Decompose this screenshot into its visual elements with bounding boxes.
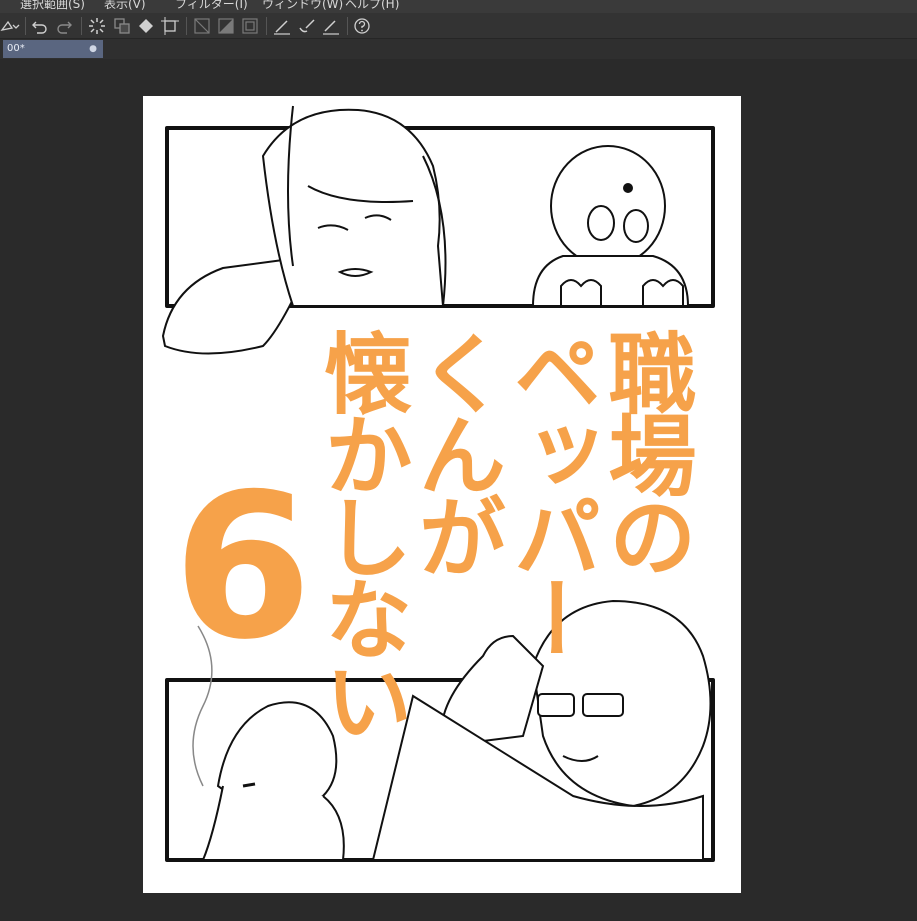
copy-icon[interactable] [112,16,132,36]
document-tab-bar: 00* ● [0,39,917,59]
toolbar-separator [81,17,82,35]
tab-document-label: 00* [7,43,25,54]
command-bar [0,13,917,39]
menu-view[interactable]: 表示(V) [104,0,146,12]
pen-icon[interactable] [272,16,292,36]
undo-icon[interactable] [30,16,50,36]
menu-window[interactable]: ウィンドウ(W) [262,0,343,12]
menu-filter[interactable]: フィルター(I) [175,0,248,12]
transform-icon[interactable] [160,16,180,36]
menu-selection[interactable]: 選択範囲(S) [20,0,85,12]
menu-help[interactable]: ヘルプ(H) [345,0,399,12]
select-launcher-icon[interactable] [0,16,20,36]
help-icon[interactable] [352,16,372,36]
toolbar-separator [25,17,26,35]
toolbar-separator [347,17,348,35]
frame-icon[interactable] [240,16,260,36]
toolbar-separator [186,17,187,35]
redo-icon[interactable] [54,16,74,36]
loading-icon[interactable] [87,16,107,36]
ruler-icon[interactable] [192,16,212,36]
menu-bar: 選択範囲(S) 表示(V) フィルター(I) ウィンドウ(W) ヘルプ(H) [0,0,917,13]
gradient-icon[interactable] [216,16,236,36]
tab-document[interactable]: 00* ● [3,40,103,58]
manga-cover-illustration [161,105,715,862]
fill-icon[interactable] [136,16,156,36]
toolbar-separator [266,17,267,35]
close-icon[interactable]: ● [89,40,97,58]
top-panel-characters [161,105,690,355]
brush-icon[interactable] [297,16,317,36]
bottom-panel-characters [192,599,712,861]
canvas[interactable]: 職場の ペッパー くんが 懐かしない 6 [143,96,741,893]
eraser-icon[interactable] [321,16,341,36]
